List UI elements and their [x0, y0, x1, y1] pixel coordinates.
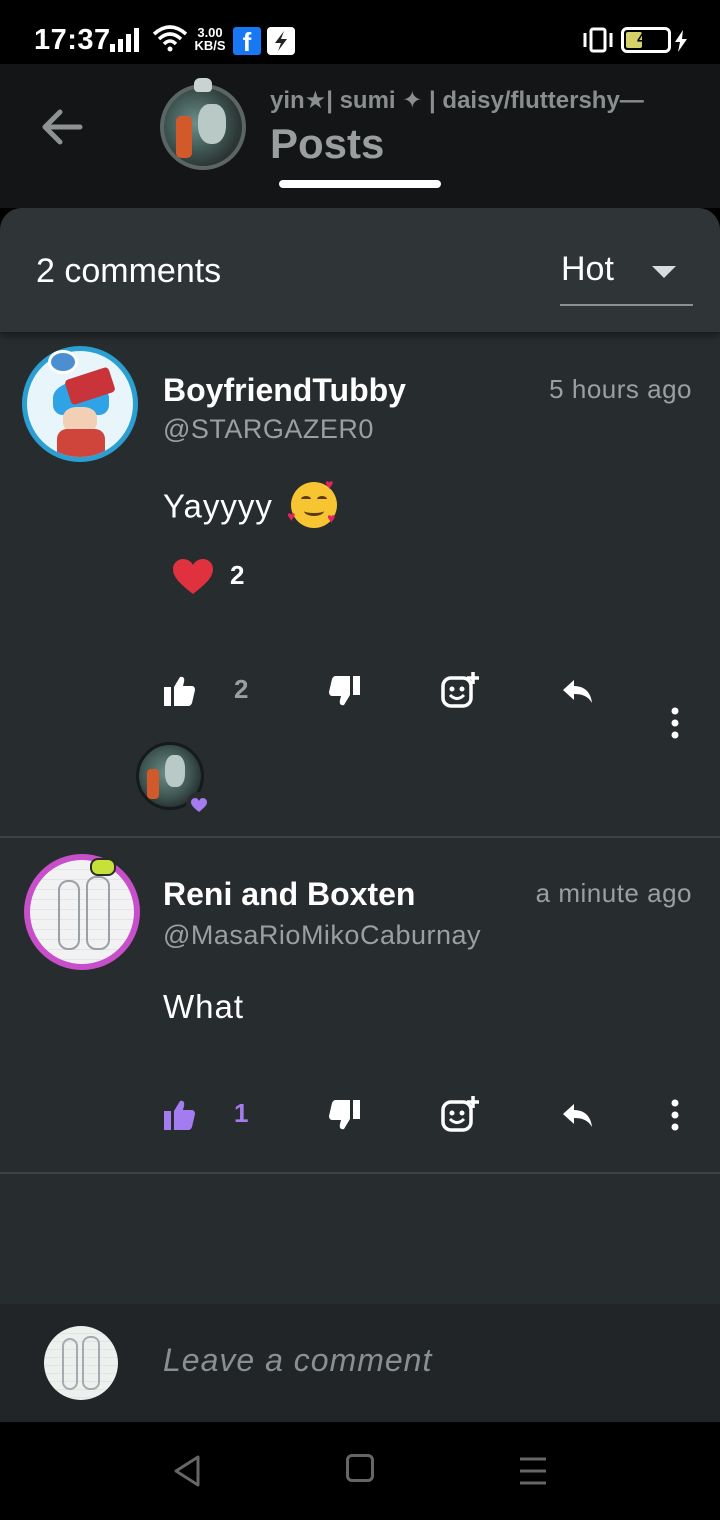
add-reaction-icon[interactable] — [440, 1094, 480, 1134]
system-nav-bar — [0, 1422, 720, 1520]
flash-app-notification-icon — [267, 27, 295, 55]
avatar-bottle — [176, 116, 192, 158]
comment-item: Reni and Boxten @MasaRioMikoCaburnay a m… — [0, 840, 720, 1174]
app-header: yin★| sumi ✦ | daisy/fluttershy— Posts — [0, 64, 720, 208]
avatar-sketch-figure — [86, 876, 110, 950]
comments-toolbar: 2 comments Hot — [0, 208, 720, 332]
add-reaction-icon[interactable] — [440, 670, 480, 710]
reply-icon[interactable] — [560, 674, 594, 708]
comment-timestamp: 5 hours ago — [549, 374, 692, 404]
avatar-figure — [198, 104, 226, 144]
avatar-sketch-figure — [82, 1336, 100, 1390]
like-count: 1 — [234, 1098, 249, 1128]
title-underline — [279, 180, 441, 188]
thumbs-down-icon[interactable] — [328, 674, 362, 708]
network-speed-unit: KB/S — [194, 38, 226, 53]
back-arrow-icon[interactable] — [36, 104, 88, 150]
battery-level: 40 — [637, 31, 655, 48]
reactor-bottle — [147, 769, 159, 799]
community-name: yin★| sumi ✦ | daisy/fluttershy— — [270, 87, 644, 114]
comment-text: Yayyyy ♥ ♥ ♥ — [163, 477, 339, 534]
smiling-face-with-hearts-emoji-icon: ♥ ♥ ♥ — [287, 476, 338, 528]
comment-author-name[interactable]: Reni and Boxten — [163, 876, 415, 913]
reaction-count: 2 — [230, 560, 245, 590]
more-options-icon[interactable] — [664, 1098, 686, 1132]
frog-frame-decoration — [90, 858, 116, 876]
heart-icon — [173, 559, 213, 594]
my-avatar — [44, 1326, 118, 1400]
chevron-down-icon — [652, 266, 676, 278]
avatar-body — [57, 429, 105, 457]
more-options-icon[interactable] — [664, 706, 686, 740]
user-avatar[interactable] — [24, 854, 140, 970]
facebook-notification-icon: f — [233, 27, 261, 57]
charging-icon — [675, 30, 687, 52]
status-bar: 17:37 3.00 KB/S f 40 — [0, 0, 720, 64]
avatar-image — [30, 860, 134, 964]
comments-panel: 2 comments Hot BoyfriendTubby @STARGAZER… — [0, 208, 720, 1422]
comment-author-name[interactable]: BoyfriendTubby — [163, 372, 406, 409]
sort-dropdown[interactable]: Hot — [560, 244, 693, 306]
comment-actions: 1 — [0, 1090, 720, 1140]
comment-composer: Leave a comment — [0, 1304, 720, 1422]
avatar-image — [27, 351, 133, 457]
reactor-figure — [165, 755, 185, 787]
battery-icon: 40 — [621, 27, 671, 53]
avatar-frame-badge — [194, 78, 212, 92]
comment-count: 2 comments — [36, 252, 222, 290]
comment-author-handle: @STARGAZER0 — [163, 414, 374, 444]
network-speed: 3.00 KB/S — [192, 26, 228, 52]
community-avatar[interactable] — [160, 84, 246, 170]
comment-item: BoyfriendTubby @STARGAZER0 5 hours ago Y… — [0, 332, 720, 838]
comment-input[interactable]: Leave a comment — [163, 1342, 432, 1379]
thumbs-up-icon[interactable] — [162, 1098, 196, 1132]
comment-body: What — [163, 988, 245, 1025]
nav-back-icon[interactable] — [172, 1454, 202, 1488]
sort-value: Hot — [561, 250, 614, 288]
vibrate-icon — [583, 27, 613, 53]
comment-actions: 2 — [0, 666, 720, 739]
comment-author-handle: @MasaRioMikoCaburnay — [163, 920, 482, 950]
nav-menu-icon[interactable] — [518, 1456, 548, 1486]
user-avatar[interactable] — [22, 346, 138, 462]
thumbs-up-icon[interactable] — [162, 674, 196, 708]
signal-icon — [110, 28, 139, 52]
wifi-icon — [152, 25, 188, 52]
page-title: Posts — [270, 120, 385, 167]
status-time: 17:37 — [34, 24, 111, 56]
avatar-sketch-figure — [58, 880, 80, 950]
nav-home-icon[interactable] — [346, 1454, 374, 1482]
comment-timestamp: a minute ago — [535, 878, 692, 908]
comment-body: Yayyyy — [163, 487, 273, 525]
avatar-sketch-figure — [62, 1338, 78, 1390]
thumbs-down-icon[interactable] — [328, 1098, 362, 1132]
avatar-frame-decoration — [48, 350, 78, 374]
reply-icon[interactable] — [560, 1098, 594, 1132]
like-count: 2 — [234, 674, 249, 704]
purple-heart-icon — [186, 792, 212, 818]
